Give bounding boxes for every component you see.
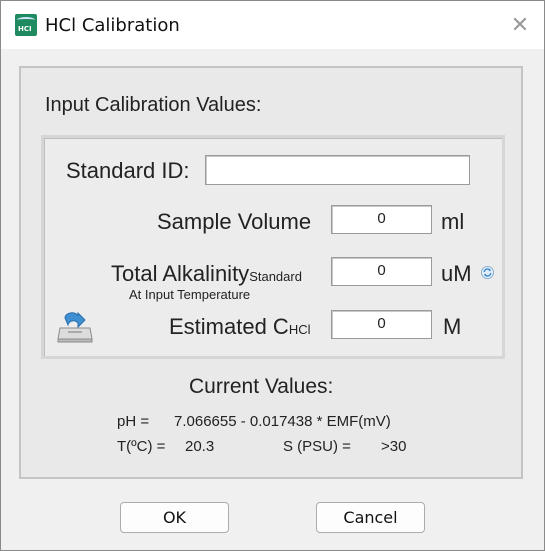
total-alkalinity-unit: uM <box>441 261 472 286</box>
sample-volume-label: Sample Volume <box>157 209 312 234</box>
app-icon-wave <box>17 17 35 23</box>
close-icon[interactable]: ✕ <box>506 11 534 39</box>
ok-button[interactable]: OK <box>120 502 229 533</box>
cancel-button[interactable]: Cancel <box>316 502 425 533</box>
hcl-calibration-window: HCI HCl Calibration ✕ Input Calibration … <box>0 0 545 551</box>
estimated-chcl-input[interactable]: 0 <box>331 310 432 339</box>
total-alkalinity-input[interactable]: 0 <box>331 257 432 286</box>
estimated-subscript: HCl <box>288 322 311 337</box>
app-icon: HCI <box>15 14 37 36</box>
temperature-label: T(ºC) = <box>117 438 166 455</box>
estimated-chcl-label: Estimated CHCl <box>169 314 311 340</box>
salinity-value: >30 <box>381 438 407 455</box>
estimated-chcl-unit: M <box>443 314 462 339</box>
ph-formula: 7.066655 - 0.017438 * EMF(mV) <box>174 413 391 430</box>
estimated-label-text: Estimated C <box>169 314 289 339</box>
import-tray-icon[interactable] <box>56 308 94 344</box>
calibration-panel: Input Calibration Values: Standard ID: S… <box>19 66 523 479</box>
total-alkalinity-label-text: Total Alkalinity <box>111 261 250 286</box>
ph-label: pH = <box>117 413 150 430</box>
current-values-heading: Current Values: <box>189 375 334 398</box>
app-icon-text: HCI <box>18 25 32 33</box>
sample-volume-unit: ml <box>441 209 465 234</box>
total-alkalinity-label: Total AlkalinityStandard <box>111 261 302 287</box>
temperature-value: 20.3 <box>185 438 215 455</box>
refresh-icon[interactable] <box>481 266 494 279</box>
title-bar[interactable]: HCI HCl Calibration ✕ <box>1 1 544 49</box>
section-heading: Input Calibration Values: <box>45 94 262 116</box>
sample-volume-input[interactable]: 0 <box>331 205 432 234</box>
input-values-group: Standard ID: Sample Volume 0 ml Total Al… <box>41 135 505 359</box>
input-temperature-note: At Input Temperature <box>129 287 251 302</box>
standard-id-input[interactable] <box>205 155 470 185</box>
window-title: HCl Calibration <box>45 15 180 36</box>
salinity-label: S (PSU) = <box>283 438 351 455</box>
standard-id-label: Standard ID: <box>66 158 190 183</box>
total-alkalinity-subscript: Standard <box>249 269 302 284</box>
